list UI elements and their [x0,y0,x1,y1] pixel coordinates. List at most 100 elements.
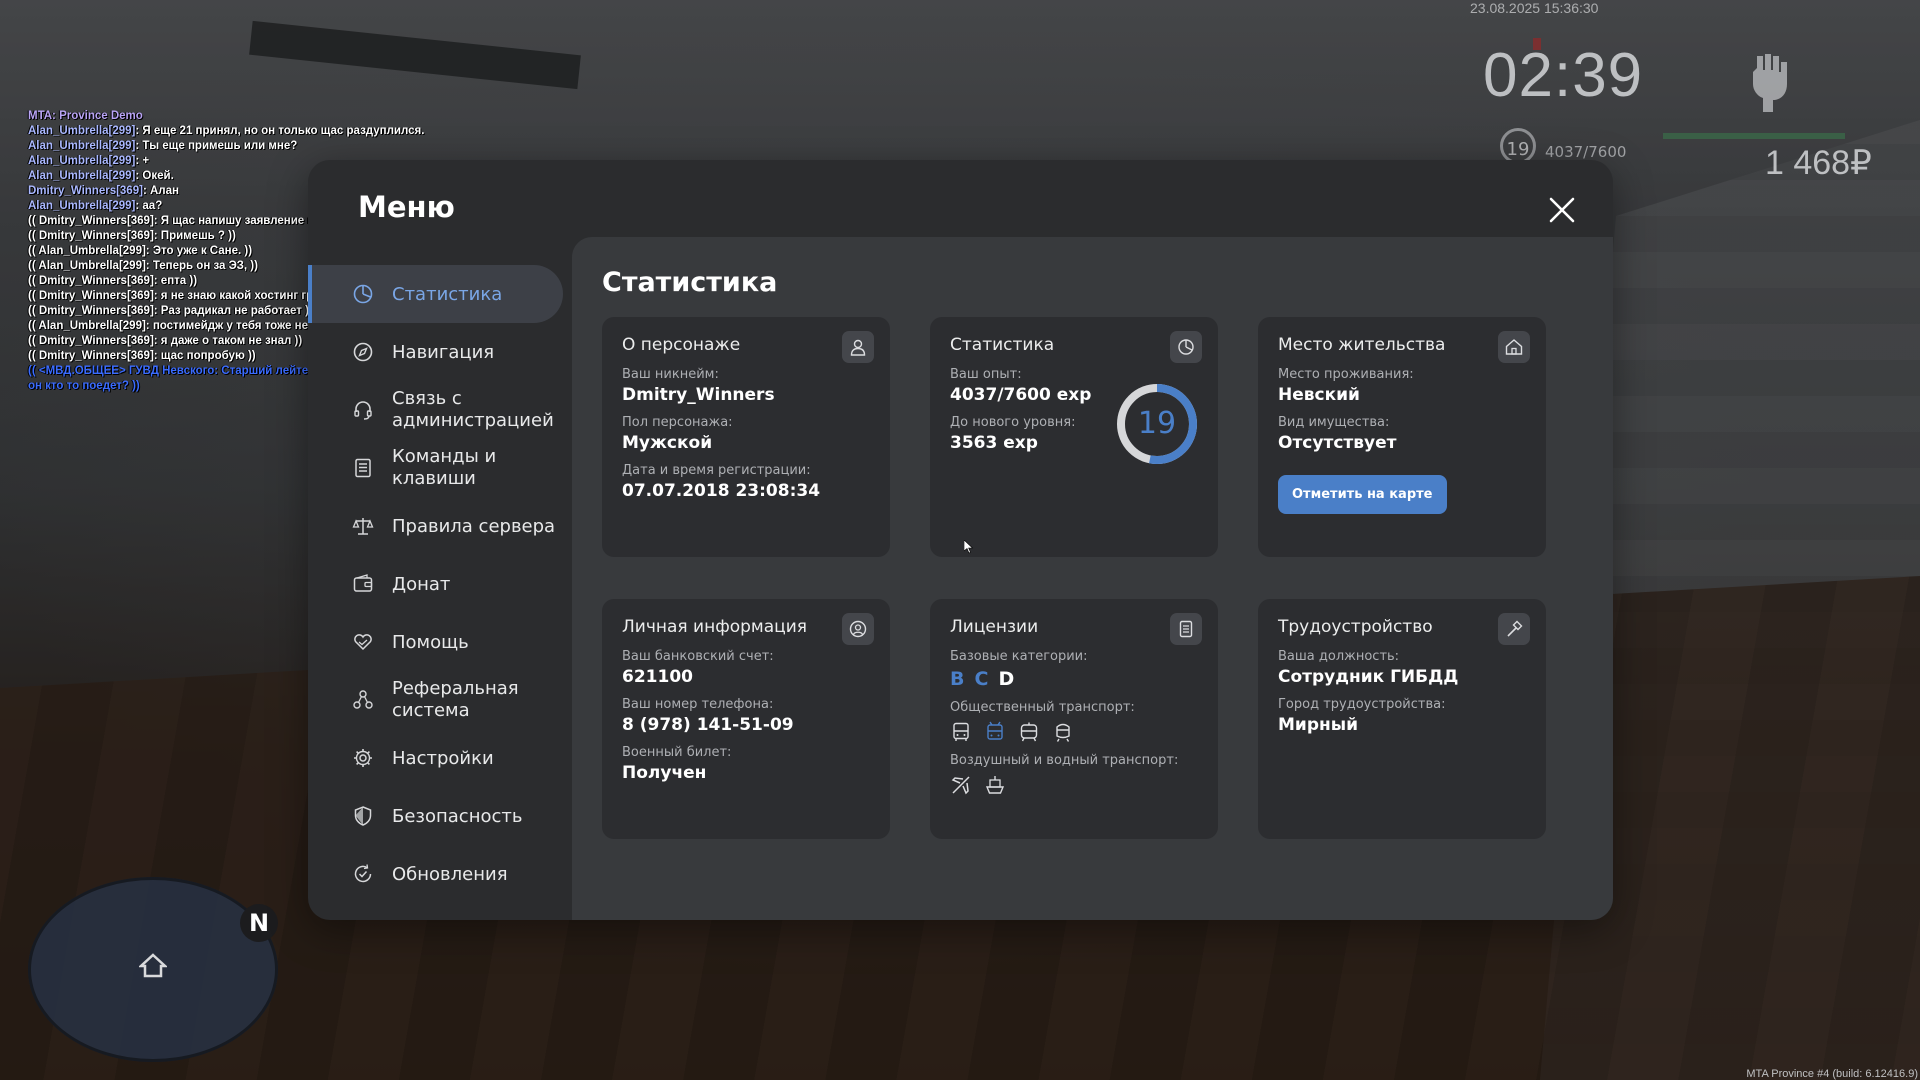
sidebar-item-label: Связь с администрацией [392,388,554,431]
sidebar-item-settings[interactable]: Настройки [308,729,563,787]
people-network-icon [352,689,374,711]
nick-label: Ваш никнейм: [622,367,719,382]
main-menu-window: Меню Статистика Навигация Связь с админи… [308,160,1613,920]
job-city-value: Мирный [1278,715,1359,735]
sidebar-item-commands[interactable]: Команды и клавиши [308,439,563,497]
chat-line: Alan_Umbrella[299]: Ты еще примешь или м… [28,140,298,152]
tram-icon [1020,722,1038,742]
card-personal-info: Личная информация Ваш банковский счет: 6… [602,599,890,839]
license-category-c: C [974,668,989,690]
hud-exp: 4037/7600 [1545,143,1627,161]
wallet-icon [352,573,374,595]
gender-value: Мужской [622,433,713,453]
card-title: Место жительства [1278,335,1446,355]
registration-label: Дата и время регистрации: [622,463,811,478]
level-value: 19 [1137,406,1177,441]
ship-icon [985,776,1005,794]
card-employment: Трудоустройство Ваша должность: Сотрудни… [1258,599,1546,839]
hud-money: 1 468₽ [1765,144,1872,182]
gear-icon [352,747,374,769]
sidebar-item-statistics[interactable]: Статистика [308,265,563,323]
sidebar-item-navigation[interactable]: Навигация [308,323,563,381]
sidebar-item-label: Команды и клавиши [392,446,497,489]
sidebar-item-label: Навигация [392,341,495,363]
air-water-transport-icons [950,774,1198,796]
public-transport-label: Общественный транспорт: [950,700,1135,715]
sidebar-item-label: Донат [392,573,451,595]
card-residence: Место жительства Место проживания: Невск… [1258,317,1546,557]
sidebar-item-help[interactable]: Помощь [308,613,563,671]
air-water-transport-label: Воздушный и водный транспорт: [950,753,1179,768]
mark-on-map-button[interactable]: Отметить на карте [1278,475,1447,514]
user-icon [842,331,874,363]
sidebar-item-label: Правила сервера [392,515,556,537]
base-categories-label: Базовые категории: [950,649,1088,664]
chat-title: MTA: Province Demo [28,110,143,122]
fist-weapon-icon [1753,54,1787,112]
card-title: О персонаже [622,335,741,355]
sidebar-item-donate[interactable]: Донат [308,555,563,613]
residence-place-value: Невский [1278,385,1360,405]
hud-datetime: 23.08.2025 15:36:30 [1470,0,1599,16]
sidebar-item-contact-admin[interactable]: Связь с администрацией [308,381,563,439]
exp-label: Ваш опыт: [950,367,1022,382]
sidebar-item-label: Реферальная система [392,678,519,721]
hammer-icon [1498,613,1530,645]
phone-label: Ваш номер телефона: [622,697,774,712]
user-circle-icon [842,613,874,645]
train-icon [1056,723,1070,742]
military-id-label: Военный билет: [622,745,732,760]
property-label: Вид имущества: [1278,415,1390,430]
shield-icon [352,805,374,827]
statistics-panel: Статистика О персонаже Ваш никнейм: Dmit… [572,237,1613,920]
pie-chart-icon [1170,331,1202,363]
military-id-value: Получен [622,763,707,783]
build-version: MTA Province #4 (build: 6.12416.9) [1746,1068,1918,1080]
chat-line: Alan_Umbrella[299]: Я еще 21 принял, но … [28,125,425,137]
card-stats: Статистика Ваш опыт: 4037/7600 exp До но… [930,317,1218,557]
airplane-icon [951,776,970,795]
sidebar-item-label: Помощь [392,631,469,653]
refresh-check-icon [352,863,374,885]
document-list-icon [352,457,374,479]
trolleybus-icon [987,721,1003,740]
house-blip-icon [139,953,167,978]
card-licenses: Лицензии Базовые категории: B C D Общест… [930,599,1218,839]
property-value: Отсутствует [1278,433,1397,453]
sidebar-item-label: Настройки [392,747,494,769]
pie-chart-icon [352,283,374,305]
phone-value: 8 (978) 141-51-09 [622,715,794,735]
card-title: Личная информация [622,617,808,637]
close-icon[interactable] [1546,194,1578,226]
card-title: Трудоустройство [1278,617,1433,637]
menu-sidebar: Статистика Навигация Связь с администрац… [308,265,568,903]
public-transport-icons [950,721,1198,743]
sidebar-item-updates[interactable]: Обновления [308,845,563,903]
page-title: Статистика [602,267,778,298]
sidebar-item-rules[interactable]: Правила сервера [308,497,563,555]
bank-account-value: 621100 [622,667,693,687]
sidebar-item-referral[interactable]: Реферальная система [308,671,563,729]
scales-icon [352,515,374,537]
registration-value: 07.07.2018 23:08:34 [622,481,821,501]
license-categories: B C D [950,668,1198,690]
sidebar-item-label: Обновления [392,863,508,885]
compass-icon [352,341,374,363]
headset-icon [352,399,374,421]
position-value: Сотрудник ГИБДД [1278,667,1459,687]
heart-hand-icon [352,631,374,653]
menu-title: Меню [358,190,455,224]
sidebar-item-security[interactable]: Безопасность [308,787,563,845]
residence-place-label: Место проживания: [1278,367,1414,382]
hud-level: 19 [1506,139,1530,160]
card-title: Лицензии [950,617,1039,637]
position-label: Ваша должность: [1278,649,1400,664]
bus-icon [953,722,969,741]
hud-clock: 02:39 [1483,41,1644,110]
sidebar-item-label: Статистика [392,283,503,305]
job-city-label: Город трудоустройства: [1278,697,1446,712]
card-title: Статистика [950,335,1055,355]
health-bar [1663,133,1845,139]
license-category-d: D [998,668,1015,690]
house-icon [1498,331,1530,363]
